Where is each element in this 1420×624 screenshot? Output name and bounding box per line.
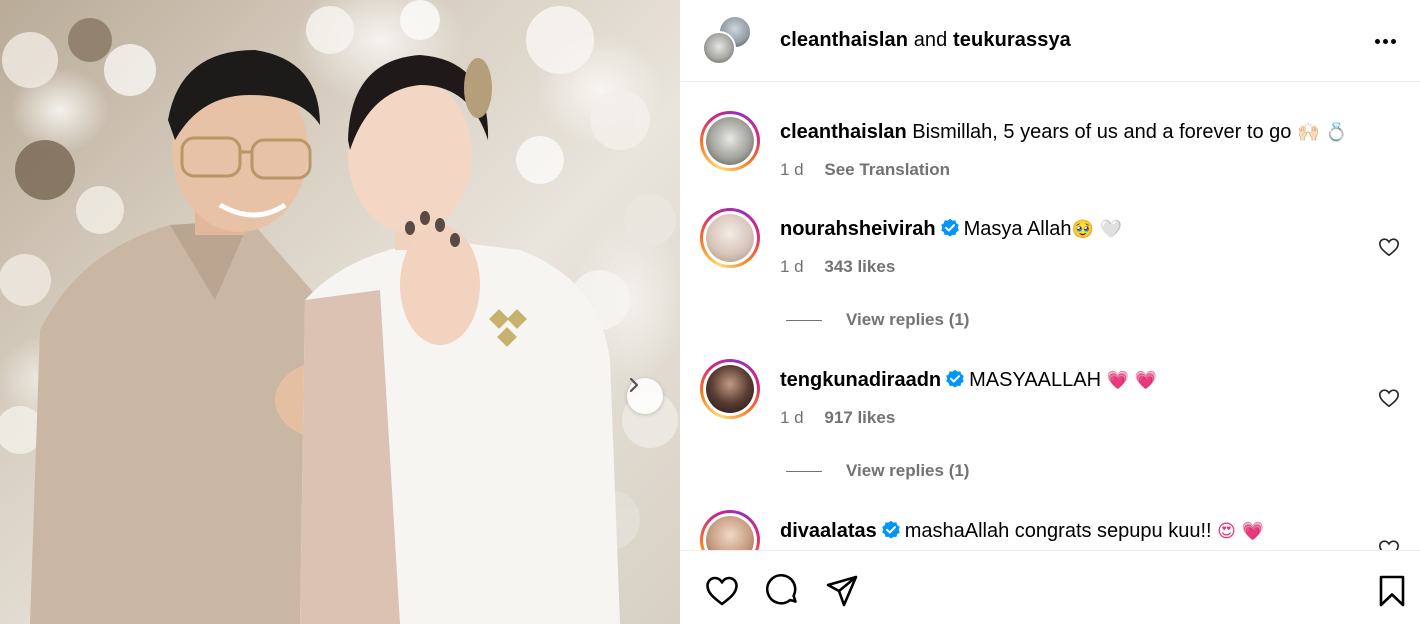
view-replies-label[interactable]: View replies (1): [846, 461, 969, 481]
view-replies-label[interactable]: View replies (1): [846, 310, 969, 330]
heart-icon[interactable]: [1378, 236, 1400, 258]
comment-username[interactable]: tengkunadiraadn: [780, 369, 941, 391]
heart-icon[interactable]: [1378, 538, 1400, 550]
avatar[interactable]: [702, 30, 736, 65]
comment-likes[interactable]: 343 likes: [824, 257, 895, 276]
more-options-icon: [1374, 38, 1380, 44]
see-translation-link[interactable]: See Translation: [824, 160, 950, 179]
more-options-button[interactable]: [1370, 26, 1400, 56]
avatar[interactable]: [700, 510, 760, 550]
avatar[interactable]: [700, 208, 760, 268]
share-icon[interactable]: [824, 573, 860, 609]
caption-time[interactable]: 1 d: [780, 160, 804, 179]
avatar[interactable]: [700, 111, 760, 171]
header-username-1[interactable]: cleanthaislan: [780, 29, 908, 51]
avatar[interactable]: [700, 359, 760, 419]
chevron-right-icon: [629, 378, 639, 392]
view-replies-button[interactable]: View replies (1): [786, 310, 969, 330]
comment-emojis: 🥹 🤍: [1071, 219, 1122, 240]
post-photo[interactable]: [0, 0, 680, 624]
replies-divider: [786, 470, 822, 472]
comments-list[interactable]: cleanthaislan Bismillah, 5 years of us a…: [680, 83, 1420, 550]
comment-emojis: 💗 💗: [1106, 370, 1158, 391]
comment-username[interactable]: divaalatas: [780, 520, 877, 542]
heart-icon[interactable]: [1378, 387, 1400, 409]
bookmark-icon[interactable]: [1374, 573, 1410, 609]
comment-likes[interactable]: 917 likes: [824, 408, 895, 427]
comment-emojis: 😍 💗: [1217, 521, 1265, 542]
comment-username[interactable]: nourahsheivirah: [780, 218, 936, 240]
verified-badge-icon: [946, 369, 964, 388]
comment-time[interactable]: 1 d: [780, 408, 804, 427]
comment-text: MASYAALLAH: [969, 369, 1102, 391]
collab-avatars[interactable]: [702, 14, 754, 67]
heart-icon[interactable]: [704, 573, 740, 609]
verified-badge-icon: [881, 520, 900, 539]
collab-usernames: cleanthaislan and teukurassya: [780, 29, 1071, 52]
caption-text: Bismillah, 5 years of us and a forever t…: [912, 121, 1292, 143]
caption-username[interactable]: cleanthaislan: [780, 121, 907, 143]
comment-time[interactable]: 1 d: [780, 257, 804, 276]
couple-photo-illustration: [0, 0, 678, 624]
comment-text: mashaAllah congrats sepupu kuu!!: [904, 520, 1212, 542]
comment-icon[interactable]: [764, 573, 800, 609]
replies-divider: [786, 319, 822, 321]
post-side-panel: cleanthaislan and teukurassya cleanthais…: [680, 0, 1420, 624]
comment-text: Masya Allah: [963, 218, 1072, 240]
view-replies-button[interactable]: View replies (1): [786, 461, 969, 481]
header-conjunction: and: [913, 29, 948, 51]
post-action-bar: [680, 550, 1420, 624]
caption-emojis: 🙌🏻 💍: [1296, 122, 1348, 143]
verified-badge-icon: [940, 218, 959, 237]
carousel-next-button[interactable]: [627, 378, 663, 414]
header-username-2[interactable]: teukurassya: [953, 29, 1071, 51]
post-header: cleanthaislan and teukurassya: [680, 0, 1420, 82]
